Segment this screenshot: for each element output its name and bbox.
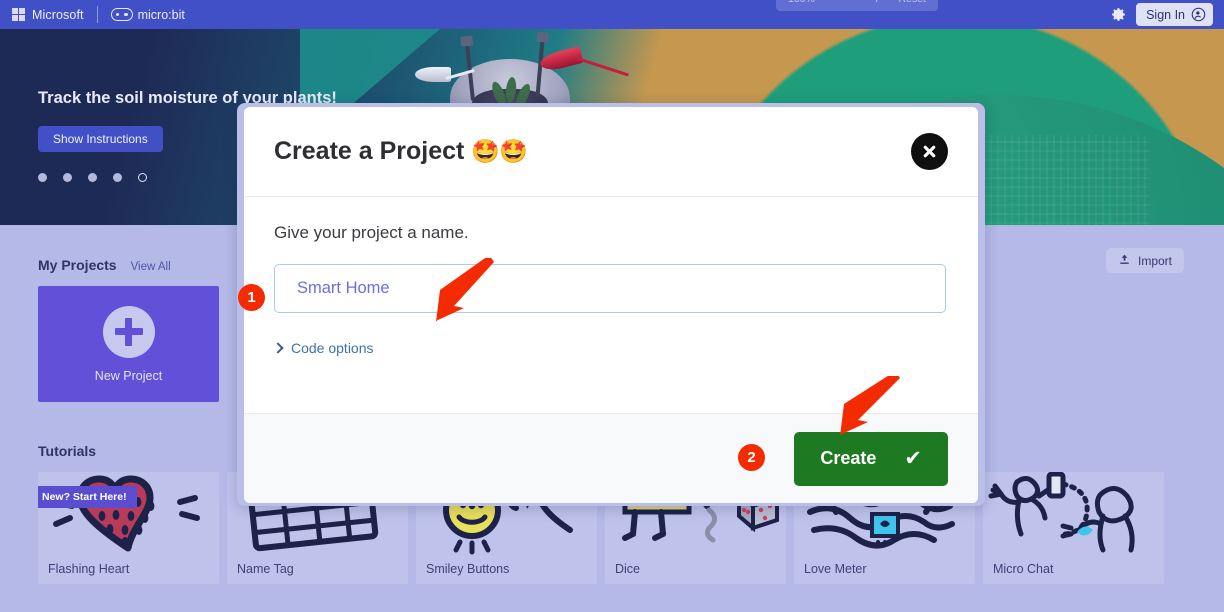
projects-row: New Project [38,286,219,402]
tutorial-name: Name Tag [237,562,294,576]
sign-in-button[interactable]: Sign In [1136,3,1213,26]
topbar-right-group: Sign In [1110,3,1213,26]
code-options-label: Code options [291,340,374,356]
microbit-label: micro:bit [137,7,185,22]
start-here-ribbon: New? Start Here! [38,486,137,508]
carousel-dot-3[interactable] [88,173,97,182]
carousel-dot-4[interactable] [113,173,122,182]
alligator-clip-red [538,46,650,91]
plus-icon [102,305,155,358]
chevron-right-icon [272,342,284,354]
annotation-arrow-1 [436,258,494,322]
microbit-homepage: Microsoft micro:bit 100% — + Reset Sign … [0,0,1224,612]
tutorial-name: Flashing Heart [48,562,130,576]
zoom-in-button[interactable]: + [873,0,881,6]
code-options-toggle[interactable]: Code options [272,340,948,356]
topbar-divider [96,6,98,23]
tutorials-title: Tutorials [38,443,97,459]
star-struck-emoji: 🤩🤩 [471,138,527,164]
close-x-icon[interactable] [911,133,948,170]
zoom-level-value: 100% [788,0,815,5]
annotation-arrow-2 [840,376,900,436]
checkmark-icon: ✔ [904,447,922,470]
alligator-clip-white [415,65,475,83]
microsoft-label: Microsoft [32,7,84,22]
micro-chat-art [983,472,1164,556]
annotation-badge-2: 2 [738,444,765,471]
my-projects-header: My Projects View All [38,257,219,273]
new-project-label: New Project [94,368,163,383]
view-all-link[interactable]: View All [131,261,171,273]
dialog-title-text: Create a Project [274,137,465,165]
top-navigation-bar: Microsoft micro:bit 100% — + Reset Sign … [0,0,1224,29]
carousel-dot-5-active[interactable] [138,173,147,182]
project-name-label: Give your project a name. [274,223,469,242]
carousel-dot-1[interactable] [38,173,47,182]
tutorial-name: Dice [615,562,641,576]
import-button[interactable]: Import [1105,248,1184,273]
carousel-dot-2[interactable] [63,173,72,182]
zoom-out-button[interactable]: — [845,0,858,6]
tutorial-card-micro-chat[interactable]: Micro Chat [983,472,1164,584]
user-avatar-icon [1191,7,1206,22]
microsoft-squares-icon [12,8,25,21]
create-button-label: Create [820,448,877,468]
browser-zoom-indicator[interactable]: 100% — + Reset [776,0,938,11]
sign-in-label: Sign In [1146,7,1185,22]
tutorial-card-flashing-heart[interactable]: New? Start Here! Flashing Heart [38,472,219,584]
create-project-dialog: Create a Project 🤩🤩 Give your project a n… [244,107,978,503]
dialog-title: Create a Project 🤩🤩 [274,137,528,166]
project-name-input[interactable] [274,264,946,313]
show-instructions-button[interactable]: Show Instructions [38,126,163,152]
gear-icon[interactable] [1110,6,1127,23]
annotation-badge-1: 1 [238,284,265,311]
my-projects-title: My Projects [38,257,117,273]
dialog-header: Create a Project 🤩🤩 [244,107,978,197]
tutorial-name: Love Meter [804,562,867,576]
zoom-reset-button[interactable]: Reset [898,0,925,5]
upload-icon [1118,253,1131,269]
import-label: Import [1137,253,1172,268]
new-project-card[interactable]: New Project [38,286,219,402]
tutorial-name: Smiley Buttons [426,562,510,576]
microsoft-logo[interactable]: Microsoft [12,8,84,22]
flashing-heart-art [38,472,219,556]
tutorial-name: Micro Chat [993,562,1054,576]
microbit-face-icon [110,8,133,21]
microbit-logo[interactable]: micro:bit [110,7,185,22]
create-project-dialog-frame: Create a Project 🤩🤩 Give your project a n… [237,103,985,506]
my-projects-section: My Projects View All New Project [38,257,219,402]
